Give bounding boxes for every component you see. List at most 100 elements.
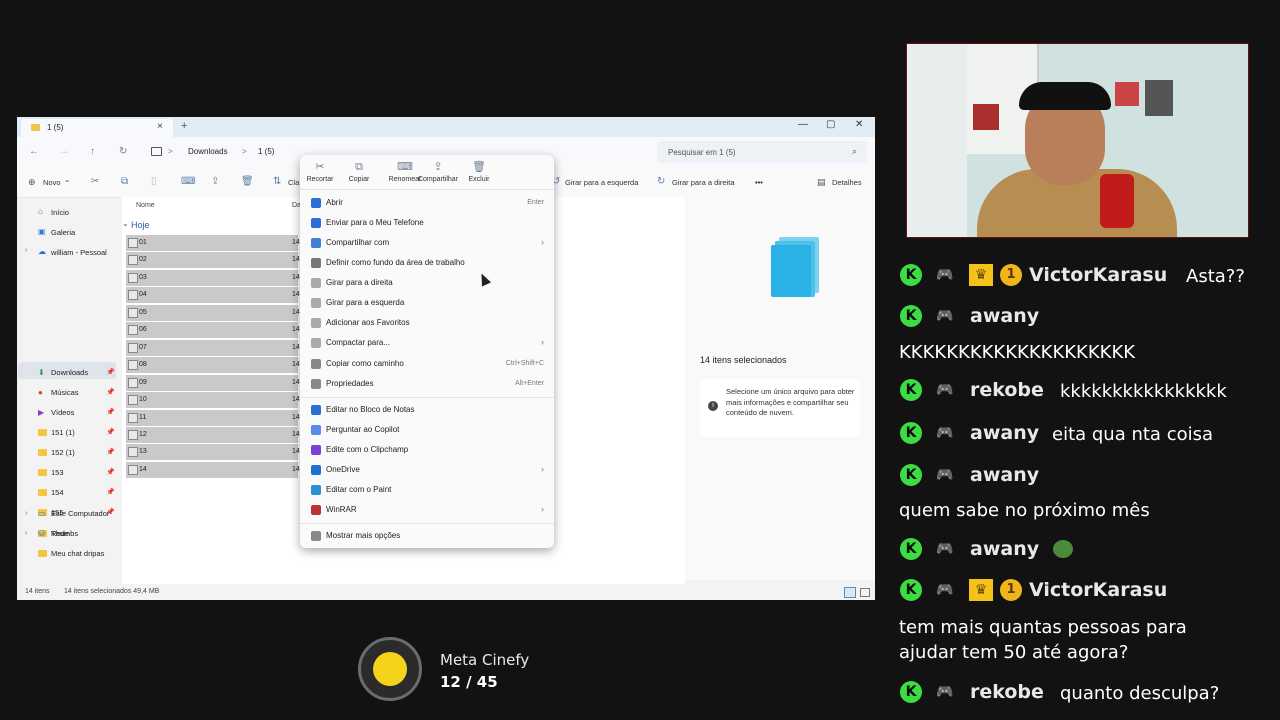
more-options-icon[interactable]: ••• (755, 178, 763, 187)
menu-item-onedrive[interactable]: OneDrive › (300, 460, 554, 480)
tab-folder[interactable]: 1 (5) × (21, 119, 173, 137)
refresh-icon[interactable]: ↻ (119, 146, 127, 157)
group-header-today[interactable]: Hoje (131, 220, 150, 230)
quick-action-excluir[interactable]: 🗑 Excluir (453, 160, 505, 183)
nav-item-network[interactable]: Rede (51, 529, 69, 538)
menu-item-add-to-favorites[interactable]: Adicionar aos Favoritos (300, 313, 554, 333)
nav-item-downloads[interactable]: Downloads (51, 368, 88, 377)
menu-item-open[interactable]: Abrir Enter (300, 193, 554, 213)
row-checkbox[interactable] (128, 429, 138, 440)
search-input[interactable]: Pesquisar em 1 (5) (668, 148, 736, 157)
nav-item-meu-chat[interactable]: Meu chat dripas (51, 549, 104, 558)
copy-icon[interactable]: ⧉ (121, 176, 128, 187)
row-checkbox[interactable] (128, 238, 138, 248)
tiles-view-icon[interactable] (860, 588, 870, 597)
menu-item-send-to-phone[interactable]: Enviar para o Meu Telefone (300, 213, 554, 233)
nav-item-onedrive[interactable]: william - Pessoal (51, 248, 107, 257)
close-window-icon[interactable]: ✕ (855, 119, 863, 130)
details-button[interactable]: Detalhes (832, 178, 862, 187)
details-view-icon[interactable] (844, 587, 856, 598)
table-row[interactable]: 12 14 (126, 426, 300, 443)
menu-item-ask-copilot[interactable]: Perguntar ao Copilot (300, 420, 554, 440)
row-checkbox[interactable] (128, 412, 138, 423)
forward-icon[interactable]: → (59, 146, 69, 157)
maximize-icon[interactable]: ▢ (826, 119, 835, 130)
chat-username[interactable]: rekobe (970, 681, 1044, 703)
back-icon[interactable]: ← (29, 146, 39, 157)
breadcrumb-current[interactable]: 1 (5) (258, 147, 274, 156)
quick-action-copiar[interactable]: ⧉ Copiar (333, 160, 385, 183)
breadcrumb-downloads[interactable]: Downloads (188, 147, 228, 156)
menu-item-rotate-left[interactable]: Girar para a esquerda (300, 293, 554, 313)
table-row[interactable]: 03 14 (126, 269, 300, 286)
row-checkbox[interactable] (128, 447, 138, 458)
row-checkbox[interactable] (128, 377, 138, 388)
chat-username[interactable]: awany (970, 422, 1039, 444)
nav-item-154[interactable]: 154 (51, 488, 64, 497)
row-checkbox[interactable] (128, 395, 138, 406)
column-header-name[interactable]: Nome (136, 202, 155, 209)
nav-item-152[interactable]: 152 (1) (51, 448, 75, 457)
table-row[interactable]: 13 14 (126, 444, 300, 461)
rename-icon[interactable]: ⌨ (181, 176, 195, 187)
add-tab-icon[interactable]: + (181, 120, 187, 132)
menu-item-edit-in-notepad[interactable]: Editar no Bloco de Notas (300, 400, 554, 420)
search-box[interactable]: Pesquisar em 1 (5) ⌕ (657, 141, 867, 163)
menu-item-set-as-wallpaper[interactable]: Definir como fundo da área de trabalho (300, 253, 554, 273)
chat-username[interactable]: VictorKarasu (1029, 579, 1167, 601)
table-row[interactable]: 07 14 (126, 339, 300, 356)
nav-item-gallery[interactable]: Galeria (51, 228, 75, 237)
menu-item-share-with[interactable]: Compartilhar com › (300, 233, 554, 253)
nav-item-this-pc[interactable]: Este Computador (51, 509, 109, 518)
row-checkbox[interactable] (128, 325, 138, 336)
minimize-icon[interactable]: — (798, 119, 808, 130)
row-checkbox[interactable] (128, 342, 138, 353)
cut-icon[interactable]: ✂ (91, 176, 99, 187)
menu-item-properties[interactable]: Propriedades Alt+Enter (300, 374, 554, 394)
table-row[interactable]: 11 14 (126, 409, 300, 426)
table-row[interactable]: 02 14 (126, 252, 300, 269)
row-checkbox[interactable] (128, 307, 138, 318)
row-checkbox[interactable] (128, 272, 138, 283)
row-checkbox[interactable] (128, 360, 138, 371)
table-row[interactable]: 08 14 (126, 357, 300, 374)
share-icon[interactable]: ⇪ (211, 176, 219, 187)
row-checkbox[interactable] (128, 290, 138, 301)
table-row[interactable]: 09 14 (126, 374, 300, 391)
chat-username[interactable]: awany (970, 305, 1039, 327)
nav-item-153[interactable]: 153 (51, 468, 64, 477)
new-button[interactable]: Novo (43, 178, 61, 187)
chat-username[interactable]: VictorKarasu (1029, 264, 1167, 286)
nav-item-151[interactable]: 151 (1) (51, 428, 75, 437)
sort-icon[interactable]: ⇅ (273, 176, 281, 187)
menu-item-copy-as-path[interactable]: Copiar como caminho Ctrl+Shift+C (300, 354, 554, 374)
row-checkbox[interactable] (128, 255, 138, 266)
row-checkbox[interactable] (128, 464, 138, 475)
menu-item-edit-clipchamp[interactable]: Edite com o Clipchamp (300, 440, 554, 460)
tab-close-icon[interactable]: × (157, 121, 163, 132)
rotate-left-button[interactable]: Girar para a esquerda (565, 178, 638, 187)
up-icon[interactable]: ↑ (90, 146, 95, 157)
menu-item-show-more-options[interactable]: Mostrar mais opções (300, 526, 554, 546)
rotate-right-button[interactable]: Girar para a direita (672, 178, 735, 187)
nav-item-videos[interactable]: Vídeos (51, 408, 74, 417)
menu-item-edit-paint[interactable]: Editar com o Paint (300, 480, 554, 500)
chevron-down-icon[interactable]: ⌄ (122, 219, 129, 228)
chevron-right-icon[interactable]: › (25, 247, 27, 254)
table-row[interactable]: 06 14 (126, 322, 300, 339)
menu-item-winrar[interactable]: WinRAR › (300, 500, 554, 520)
chevron-right-icon[interactable]: › (25, 510, 27, 517)
paste-icon[interactable]: ▯ (151, 176, 157, 187)
nav-item-home[interactable]: Início (51, 208, 69, 217)
menu-item-rotate-right[interactable]: Girar para a direita (300, 273, 554, 293)
chat-username[interactable]: awany (970, 538, 1039, 560)
table-row[interactable]: 04 14 (126, 287, 300, 304)
chat-username[interactable]: awany (970, 464, 1039, 486)
monitor-icon[interactable] (151, 147, 162, 156)
table-row[interactable]: 14 14 (126, 461, 300, 478)
nav-item-music[interactable]: Músicas (51, 388, 79, 397)
chat-username[interactable]: rekobe (970, 379, 1044, 401)
delete-icon[interactable]: 🗑 (241, 176, 254, 187)
table-row[interactable]: 01 14 (126, 235, 300, 251)
menu-item-compress-to[interactable]: Compactar para... › (300, 333, 554, 353)
